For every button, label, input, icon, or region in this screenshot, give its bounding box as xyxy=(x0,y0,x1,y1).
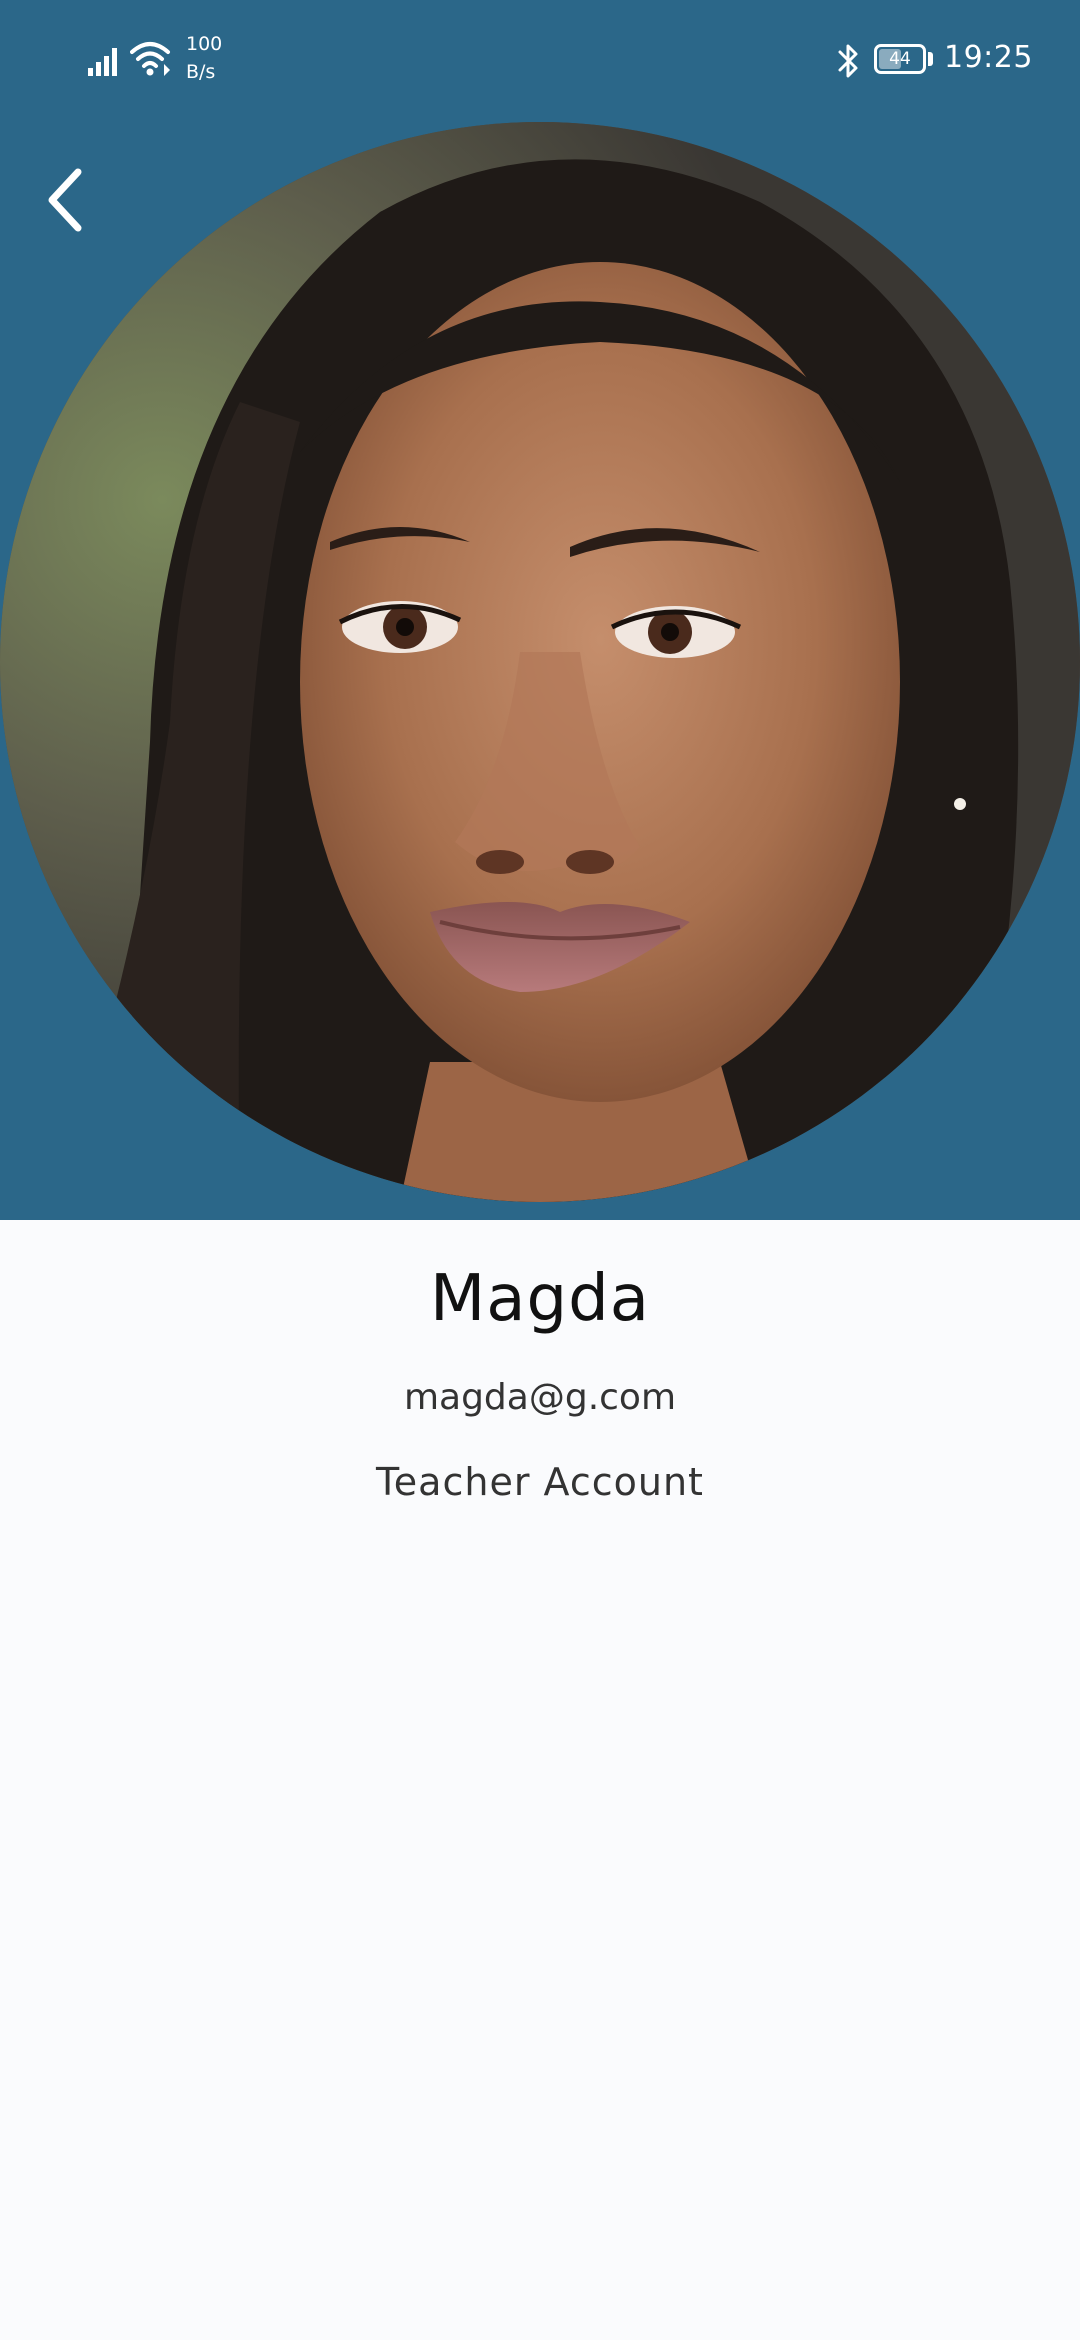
status-bar: 100 B/s 44 19:25 xyxy=(0,0,1080,120)
network-speed-value: 100 xyxy=(186,33,223,55)
profile-email: magda@g.com xyxy=(403,1377,677,1418)
signal-icon xyxy=(88,48,117,76)
avatar-image xyxy=(0,122,1080,1202)
network-speed: 100 B/s xyxy=(186,30,222,86)
profile-header: 100 B/s 44 19:25 xyxy=(0,0,1080,1220)
account-type: Teacher Account xyxy=(376,1460,704,1504)
battery-terminal xyxy=(928,52,933,66)
status-time: 19:25 xyxy=(944,40,1033,75)
wifi-icon xyxy=(130,42,170,76)
bluetooth-icon xyxy=(838,44,858,78)
battery-icon: 44 xyxy=(874,44,926,74)
battery-level: 44 xyxy=(889,49,911,69)
network-speed-unit: B/s xyxy=(186,61,216,83)
back-arrow-icon xyxy=(48,168,82,232)
profile-name: Magda xyxy=(430,1262,650,1336)
back-button[interactable] xyxy=(30,160,100,240)
profile-avatar xyxy=(0,122,1080,1202)
